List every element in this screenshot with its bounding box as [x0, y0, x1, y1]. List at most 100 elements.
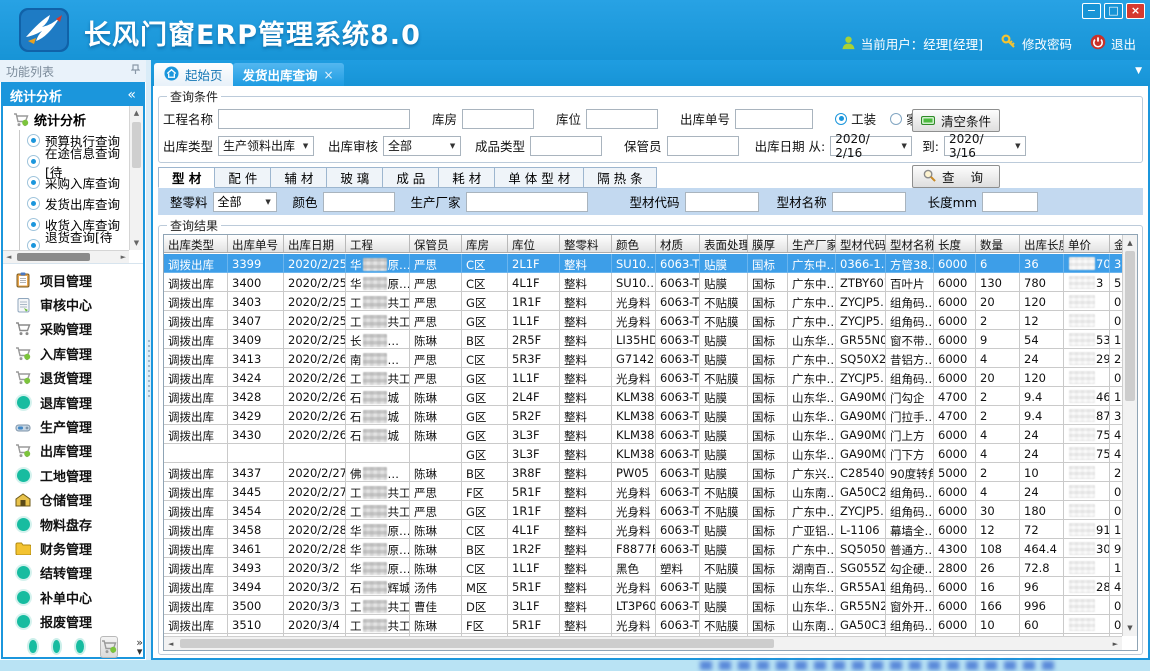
material-tab[interactable]: 配 件	[215, 167, 271, 188]
manufacturer-input[interactable]	[466, 192, 588, 212]
table-row[interactable]: 调拨出库34582020/2/28华原…陈琳C区4L1F整料光身料6063-T5…	[164, 520, 1122, 539]
project-name-input[interactable]	[218, 109, 410, 129]
location-input[interactable]	[586, 109, 658, 129]
close-button[interactable]: ×	[1126, 3, 1145, 19]
radio-gongzhuang[interactable]	[835, 113, 847, 125]
collapse-icon[interactable]: «	[127, 87, 136, 103]
green-circle-icon[interactable]	[53, 640, 61, 653]
sidebar-item-仓储管理[interactable]: 仓储管理	[3, 488, 143, 512]
warehouse-input[interactable]	[462, 109, 534, 129]
sidebar-item-报废管理[interactable]: 报废管理	[3, 609, 143, 633]
table-row[interactable]: 调拨出库34942020/3/2石辉城汤伟M区5R1F整料光身料6063-T5贴…	[164, 577, 1122, 596]
logout-button[interactable]: 退出	[1090, 34, 1136, 53]
date-to-select[interactable]: 2020/ 3/16▼	[944, 136, 1026, 156]
product-type-input[interactable]	[530, 136, 602, 156]
change-password-button[interactable]: 修改密码	[1001, 34, 1072, 53]
whole-part-select[interactable]: 全部▼	[213, 192, 277, 212]
tree-vertical-scrollbar[interactable]: ▲▼	[129, 106, 143, 250]
column-header[interactable]: 库房	[462, 235, 508, 252]
column-header[interactable]: 出库类型	[164, 235, 228, 252]
column-header[interactable]: 表面处理	[700, 235, 748, 252]
minimize-button[interactable]: −	[1082, 3, 1101, 19]
clear-conditions-button[interactable]: 清空条件	[912, 109, 1000, 132]
column-header[interactable]: 数量	[976, 235, 1020, 252]
column-header[interactable]: 整零料	[560, 235, 612, 252]
column-header[interactable]: 型材代码	[836, 235, 886, 252]
table-row[interactable]: 调拨出库34542020/2/28工共工程严思G区1R1F整料光身料6063-T…	[164, 501, 1122, 520]
profile-code-input[interactable]	[685, 192, 759, 212]
maximize-button[interactable]: □	[1104, 3, 1123, 19]
tree-item[interactable]: 采购入库查询	[5, 172, 128, 193]
sidebar-item-补单中心[interactable]: 补单中心	[3, 585, 143, 609]
sidebar-item-退库管理[interactable]: 退库管理	[3, 390, 143, 414]
search-button[interactable]: 查 询	[912, 165, 1000, 188]
grid-vertical-scrollbar[interactable]: ▲▼	[1122, 235, 1137, 636]
outbound-audit-select[interactable]: 全部▼	[383, 136, 461, 156]
tab-list-dropdown-icon[interactable]: ▼	[1135, 66, 1142, 76]
expand-more-button[interactable]: »▾	[136, 638, 143, 656]
sidebar-item-出库管理[interactable]: 出库管理	[3, 439, 143, 463]
column-header[interactable]: 单价	[1064, 235, 1110, 252]
column-header[interactable]: 工程	[346, 235, 410, 252]
table-row[interactable]: 调拨出库34932020/3/2华原…陈琳C区1L1F整料黑色塑料不贴膜国标湖南…	[164, 558, 1122, 577]
grid-horizontal-scrollbar[interactable]: ◄►	[164, 636, 1122, 650]
material-tab[interactable]: 成 品	[383, 167, 439, 188]
table-row[interactable]: G区3L3F整料KLM38176063-T5贴膜国标山东华…GA90M09…门下…	[164, 444, 1122, 463]
column-header[interactable]: 出库日期	[284, 235, 346, 252]
column-header[interactable]: 保管员	[410, 235, 462, 252]
table-row[interactable]: 调拨出库34242020/2/26工共工程严思G区1L1F整料光身料6063-T…	[164, 368, 1122, 387]
table-row[interactable]: 调拨出库34092020/2/25长…陈琳B区2R5F整料LI35HD6063-…	[164, 330, 1122, 349]
sidebar-item-采购管理[interactable]: 采购管理	[3, 317, 143, 341]
table-row[interactable]: 调拨出库34282020/2/26石城陈琳G区2L4F整料KLM38176063…	[164, 387, 1122, 406]
column-header[interactable]: 生产厂家	[788, 235, 836, 252]
material-tab[interactable]: 耗 材	[439, 167, 495, 188]
material-tab[interactable]: 型 材	[158, 167, 215, 188]
sidebar-item-财务管理[interactable]: 财务管理	[3, 536, 143, 560]
table-row[interactable]: 调拨出库34002020/2/25华原…严思C区4L1F整料SU10…6063-…	[164, 273, 1122, 292]
table-row[interactable]: 调拨出库35002020/3/3工共工程曹佳D区3L1F整料LT3P606063…	[164, 596, 1122, 615]
column-header[interactable]: 型材名称	[886, 235, 934, 252]
sidebar-item-入库管理[interactable]: 入库管理	[3, 341, 143, 365]
section-header-statistics[interactable]: 统计分析 «	[3, 84, 143, 106]
green-circle-icon[interactable]	[76, 640, 84, 653]
sidebar-item-审核中心[interactable]: 审核中心	[3, 292, 143, 316]
table-row[interactable]: 调拨出库35102020/3/4工共工程陈琳F区5R1F整料光身料6063-T5…	[164, 615, 1122, 634]
column-header[interactable]: 膜厚	[748, 235, 788, 252]
table-row[interactable]: 调拨出库34132020/2/26南…严思C区5R3F整料G714226063-…	[164, 349, 1122, 368]
column-header[interactable]: 长度	[934, 235, 976, 252]
column-header[interactable]: 颜色	[612, 235, 656, 252]
sidebar-item-工地管理[interactable]: 工地管理	[3, 463, 143, 487]
radio-jiazhuang[interactable]	[890, 113, 902, 125]
material-tab[interactable]: 玻 璃	[327, 167, 383, 188]
table-row[interactable]: 调拨出库33992020/2/25华原…严思C区2L1F整料SU10…6063-…	[164, 254, 1122, 273]
green-circle-icon[interactable]	[29, 640, 37, 653]
column-header[interactable]: 出库长度	[1020, 235, 1064, 252]
length-input[interactable]	[982, 192, 1038, 212]
table-row[interactable]: 调拨出库34032020/2/25工共工程严思G区1R1F整料光身料6063-T…	[164, 292, 1122, 311]
material-tab[interactable]: 辅 材	[271, 167, 327, 188]
material-tab[interactable]: 隔 热 条	[584, 167, 656, 188]
sidebar-item-物料盘存[interactable]: 物料盘存	[3, 512, 143, 536]
table-row[interactable]: 调拨出库34072020/2/25工共工程严思G区1L1F整料光身料6063-T…	[164, 311, 1122, 330]
material-tab[interactable]: 单 体 型 材	[495, 167, 584, 188]
table-row[interactable]: 调拨出库34452020/2/27工共工程严思F区5R1F整料光身料6063-T…	[164, 482, 1122, 501]
sidebar-item-生产管理[interactable]: 生产管理	[3, 414, 143, 438]
table-row[interactable]: 调拨出库34292020/2/26石城陈琳G区5R2F整料KLM38176063…	[164, 406, 1122, 425]
sidebar-item-项目管理[interactable]: 项目管理	[3, 268, 143, 292]
profile-name-input[interactable]	[832, 192, 906, 212]
tree-horizontal-scrollbar[interactable]: ◄►	[3, 250, 129, 263]
table-row[interactable]: 调拨出库34372020/2/27佛…陈琳B区3R8F整料PW056063-T5…	[164, 463, 1122, 482]
tab-home[interactable]: 起始页	[154, 63, 233, 86]
sidebar-item-退货管理[interactable]: 退货管理	[3, 366, 143, 390]
column-header[interactable]: 库位	[508, 235, 560, 252]
tab-close-icon[interactable]: ×	[324, 68, 334, 82]
tree-root-statistics[interactable]: 统计分析	[5, 108, 128, 130]
column-header[interactable]: 出库单号	[228, 235, 284, 252]
cart-button[interactable]	[100, 636, 118, 658]
outbound-type-select[interactable]: 生产领料出库▼	[218, 136, 314, 156]
color-input[interactable]	[323, 192, 395, 212]
tree-item[interactable]: 在途信息查询[待	[5, 151, 128, 172]
pin-icon[interactable]	[131, 64, 140, 78]
column-header[interactable]: 材质	[656, 235, 700, 252]
table-row[interactable]: 调拨出库34302020/2/26石城陈琳G区3L3F整料KLM38176063…	[164, 425, 1122, 444]
